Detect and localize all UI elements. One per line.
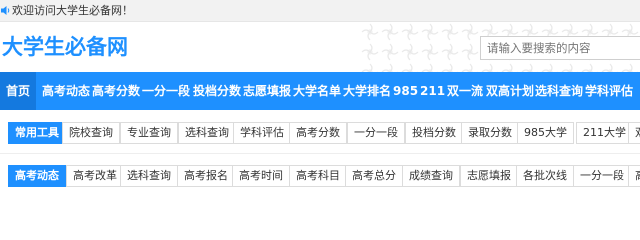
nav-item-subject-selection[interactable]: 选科查询 [535, 72, 583, 110]
search-input[interactable] [480, 36, 640, 60]
nav-item-gaokao-news[interactable]: 高考动态 [42, 72, 90, 110]
tool-college-search[interactable]: 院校查询 [62, 122, 120, 144]
tool-discipline-evaluation[interactable]: 学科评估 [233, 122, 291, 144]
tool-admission-scores[interactable]: 投档分数 [405, 122, 463, 144]
news-more[interactable]: 高 [628, 165, 640, 187]
site-header: 大学生必备网 [0, 22, 640, 72]
news-batch-lines[interactable]: 各批次线 [516, 165, 574, 187]
news-score-inquiry[interactable]: 成绩查询 [402, 165, 460, 187]
section-divider [0, 153, 640, 154]
tool-985-universities[interactable]: 985大学 [517, 122, 574, 144]
news-registration[interactable]: 高考报名 [177, 165, 235, 187]
nav-item-volunteer-filling[interactable]: 志愿填报 [243, 72, 291, 110]
nav-item-211[interactable]: 211 [420, 72, 445, 110]
nav-item-university-list[interactable]: 大学名单 [293, 72, 341, 110]
tool-major-search[interactable]: 专业查询 [120, 122, 178, 144]
news-subject-selection[interactable]: 选科查询 [120, 165, 178, 187]
gaokao-news-label: 高考动态 [8, 165, 66, 187]
nav-item-discipline-evaluation[interactable]: 学科评估 [585, 72, 633, 110]
nav-item-985[interactable]: 985 [393, 72, 418, 110]
main-nav: 首页 高考动态 高考分数 一分一段 投档分数 志愿填报 大学名单 大学排名 98… [0, 72, 640, 110]
nav-item-gaokao-scores[interactable]: 高考分数 [92, 72, 140, 110]
tool-double-first-class[interactable]: 双 [628, 122, 640, 144]
tool-211-universities[interactable]: 211大学 [576, 122, 633, 144]
nav-item-home[interactable]: 首页 [0, 72, 36, 110]
news-gaokao-reform[interactable]: 高考改革 [66, 165, 124, 187]
news-score-segments[interactable]: 一分一段 [573, 165, 631, 187]
nav-item-admission-scores[interactable]: 投档分数 [193, 72, 241, 110]
news-exam-subjects[interactable]: 高考科目 [289, 165, 347, 187]
nav-item-double-high-plan[interactable]: 双高计划 [486, 72, 534, 110]
top-bar: 欢迎访问大学生必备网！ [0, 0, 640, 22]
tool-gaokao-scores[interactable]: 高考分数 [289, 122, 347, 144]
news-exam-time[interactable]: 高考时间 [232, 165, 290, 187]
common-tools-row: 常用工具 院校查询 专业查询 选科查询 学科评估 高考分数 一分一段 投档分数 … [0, 117, 640, 149]
tool-score-segments[interactable]: 一分一段 [347, 122, 405, 144]
gaokao-news-row: 高考动态 高考改革 选科查询 高考报名 高考时间 高考科目 高考总分 成绩查询 … [0, 160, 640, 192]
speaker-icon [1, 6, 10, 15]
nav-item-university-ranking[interactable]: 大学排名 [343, 72, 391, 110]
nav-item-double-first-class[interactable]: 双一流 [447, 72, 483, 110]
news-total-score[interactable]: 高考总分 [345, 165, 403, 187]
common-tools-label: 常用工具 [8, 122, 66, 144]
tool-subject-selection[interactable]: 选科查询 [178, 122, 236, 144]
welcome-text: 欢迎访问大学生必备网！ [12, 4, 133, 17]
news-volunteer-filling[interactable]: 志愿填报 [460, 165, 518, 187]
nav-item-score-segments[interactable]: 一分一段 [142, 72, 190, 110]
tool-enrollment-scores[interactable]: 录取分数 [461, 122, 519, 144]
site-logo[interactable]: 大学生必备网 [2, 34, 128, 60]
